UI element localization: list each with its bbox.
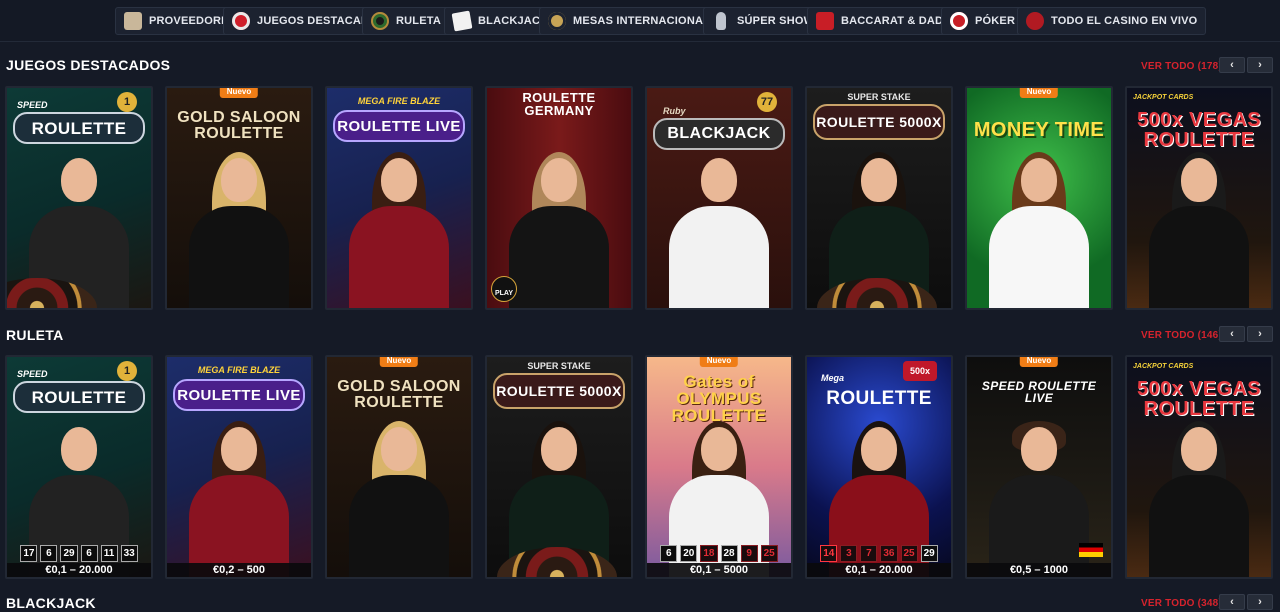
game-logo: ROULETTE LIVE <box>173 379 305 411</box>
game-logo: ROULETTE 5000X <box>813 104 945 140</box>
multiplier-badge: 500x <box>903 361 937 381</box>
game-logo: MONEY TIME <box>973 119 1105 141</box>
germany-flag-icon <box>1079 543 1103 557</box>
dealer-image <box>504 152 614 308</box>
game-logo: ROULETTE <box>13 112 145 144</box>
new-badge: Nuevo <box>1019 357 1059 367</box>
microphone-icon <box>716 12 726 30</box>
dealer-image <box>984 421 1094 577</box>
game-logo: Gates of OLYMPUS ROULETTE <box>671 371 767 425</box>
game-card-speed-roulette-live[interactable]: Nuevo SPEED ROULETTE LIVE €0,5 – 1000 <box>965 355 1113 579</box>
game-card-roulette-germany[interactable]: ROULETTE GERMANY PLAY <box>485 86 633 310</box>
category-nav: PROVEEDORES JUEGOS DESTACADOS RULETA BLA… <box>0 0 1280 42</box>
dealer-image <box>344 152 454 308</box>
stake-range: €0,1 – 20.000 <box>807 563 951 577</box>
chip-badge: 1 <box>117 361 137 381</box>
dice-icon <box>816 12 834 30</box>
chip-badge: 1 <box>117 92 137 112</box>
providers-icon <box>124 12 142 30</box>
nav-poker[interactable]: PÓKER <box>941 7 1025 35</box>
new-badge: Nuevo <box>699 357 739 367</box>
live-casino-icon <box>1026 12 1044 30</box>
section-title-featured: JUEGOS DESTACADOS <box>6 57 171 73</box>
nav-roulette[interactable]: RULETA <box>362 7 450 35</box>
dealer-image <box>664 158 774 308</box>
game-card-500x-vegas-roulette[interactable]: JACKPOT CARDS 500x VEGAS ROULETTE <box>1125 355 1273 579</box>
stake-range: €0,5 – 1000 <box>967 563 1111 577</box>
game-card-mega-fire-blaze-roulette[interactable]: MEGA FIRE BLAZE ROULETTE LIVE <box>325 86 473 310</box>
chip-badge: 77 <box>757 92 777 112</box>
blackjack-next-button[interactable]: › <box>1247 594 1273 610</box>
game-card-500x-vegas-roulette[interactable]: JACKPOT CARDS 500x VEGAS ROULETTE <box>1125 86 1273 310</box>
game-card-ruby-blackjack[interactable]: Ruby 77 BLACKJACK <box>645 86 793 310</box>
dealer-image <box>1144 421 1254 577</box>
blackjack-prev-button[interactable]: ‹ <box>1219 594 1245 610</box>
roulette-prev-button[interactable]: ‹ <box>1219 326 1245 342</box>
game-logo: ROULETTE <box>826 387 932 409</box>
game-logo: ROULETTE 5000X <box>493 373 625 409</box>
featured-prev-button[interactable]: ‹ <box>1219 57 1245 73</box>
stake-range: €0,2 – 500 <box>167 563 311 577</box>
game-logo: ROULETTE <box>13 381 145 413</box>
play-badge: PLAY <box>491 276 517 302</box>
dealer-image <box>1144 152 1254 308</box>
cards-icon <box>451 10 473 32</box>
game-logo: GOLD SALOON ROULETTE <box>177 109 301 142</box>
view-all-blackjack-link[interactable]: VER TODO (348) <box>1141 598 1222 609</box>
dealer-image <box>184 152 294 308</box>
recent-results: 14 3 7 36 25 29 <box>807 545 951 562</box>
game-logo: 500x VEGAS ROULETTE <box>1136 109 1262 151</box>
stake-range: €0,1 – 20.000 <box>7 563 151 577</box>
featured-next-button[interactable]: › <box>1247 57 1273 73</box>
poker-chip-icon <box>950 12 968 30</box>
game-card-money-time[interactable]: Nuevo MONEY TIME <box>965 86 1113 310</box>
dealer-image <box>984 152 1094 308</box>
roulette-next-button[interactable]: › <box>1247 326 1273 342</box>
recent-results: 6 20 18 28 9 25 <box>647 545 791 562</box>
globe-icon <box>548 12 566 30</box>
new-badge: Nuevo <box>1019 88 1059 98</box>
new-badge: Nuevo <box>219 88 259 98</box>
nav-all-live-casino[interactable]: TODO EL CASINO EN VIVO <box>1017 7 1207 35</box>
chip-icon <box>232 12 250 30</box>
section-title-blackjack: BLACKJACK <box>6 595 96 611</box>
view-all-roulette-link[interactable]: VER TODO (146) <box>1141 330 1222 341</box>
view-all-featured-link[interactable]: VER TODO (178) <box>1141 61 1222 72</box>
game-logo: ROULETTE GERMANY <box>522 90 596 118</box>
roulette-wheel-icon <box>371 12 389 30</box>
game-card-mega-fire-blaze-roulette[interactable]: MEGA FIRE BLAZE ROULETTE LIVE €0,2 – 500 <box>165 355 313 579</box>
game-logo: GOLD SALOON ROULETTE <box>337 378 461 411</box>
game-card-super-stake-roulette[interactable]: SUPER STAKE ROULETTE 5000X <box>805 86 953 310</box>
game-logo: 500x VEGAS ROULETTE <box>1136 378 1262 420</box>
game-card-super-stake-roulette[interactable]: SUPER STAKE ROULETTE 5000X <box>485 355 633 579</box>
game-card-speed-roulette[interactable]: SPEED 1 ROULETTE <box>5 86 153 310</box>
game-card-gold-saloon-roulette[interactable]: Nuevo GOLD SALOON ROULETTE <box>325 355 473 579</box>
game-card-gold-saloon-roulette[interactable]: Nuevo GOLD SALOON ROULETTE <box>165 86 313 310</box>
game-logo: SPEED ROULETTE LIVE <box>981 379 1097 405</box>
section-title-roulette: RULETA <box>6 327 64 343</box>
game-card-speed-roulette[interactable]: SPEED 1 ROULETTE 17 6 29 6 11 33 €0,1 – … <box>5 355 153 579</box>
recent-results: 17 6 29 6 11 33 <box>7 545 151 562</box>
game-card-gates-of-olympus-roulette[interactable]: Nuevo Gates of OLYMPUS ROULETTE 6 20 18 … <box>645 355 793 579</box>
stake-range: €0,1 – 5000 <box>647 563 791 577</box>
dealer-image <box>184 421 294 577</box>
game-card-mega-roulette[interactable]: Mega 500x ROULETTE 14 3 7 36 25 29 €0,1 … <box>805 355 953 579</box>
dealer-image <box>344 421 454 577</box>
game-logo: BLACKJACK <box>653 118 785 150</box>
game-logo: ROULETTE LIVE <box>333 110 465 142</box>
new-badge: Nuevo <box>379 357 419 367</box>
